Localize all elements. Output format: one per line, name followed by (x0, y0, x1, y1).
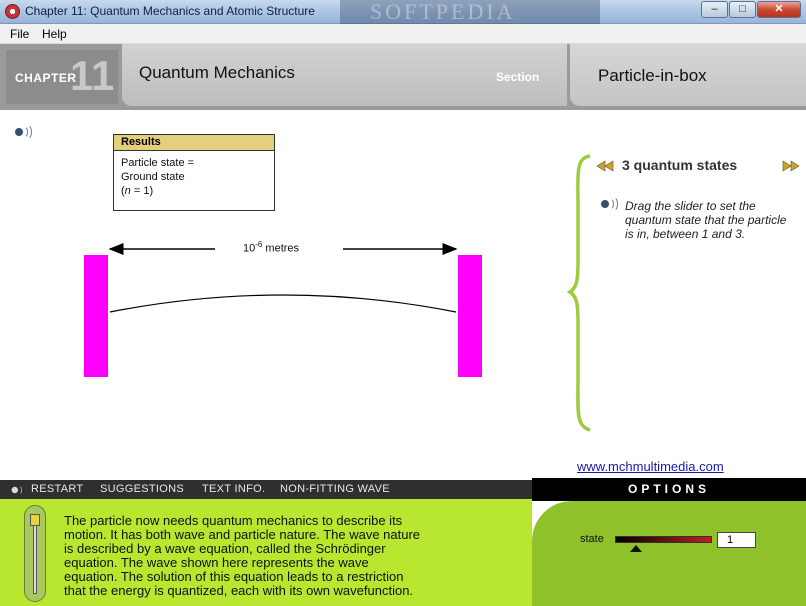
next-state-icon[interactable] (782, 160, 800, 172)
options-panel (532, 501, 806, 606)
text-info-button[interactable]: TEXT INFO. (202, 483, 265, 495)
prev-state-icon[interactable] (596, 160, 614, 172)
state-label: state (580, 533, 604, 545)
restart-button[interactable]: RESTART (31, 483, 83, 495)
hint-speaker-icon[interactable] (600, 196, 618, 212)
scroll-track (33, 514, 37, 594)
toolbar-speaker-icon[interactable] (11, 484, 25, 497)
scroll-thumb[interactable] (30, 514, 40, 526)
quantum-states-title: 3 quantum states (622, 157, 738, 173)
explanation-text: The particle now needs quantum mechanics… (64, 514, 421, 598)
wavefunction-curve (109, 294, 457, 313)
state-value-input[interactable] (717, 532, 756, 548)
website-link[interactable]: www.mchmultimedia.com (577, 459, 724, 474)
text-scrollbar[interactable] (24, 505, 46, 602)
options-heading: OPTIONS (532, 478, 806, 501)
bottom-toolbar: RESTART SUGGESTIONS TEXT INFO. NON-FITTI… (0, 480, 532, 499)
bracket-brace (566, 154, 591, 432)
state-slider[interactable] (615, 536, 712, 543)
slider-hint-text: Drag the slider to set the quantum state… (625, 199, 787, 241)
state-slider-knob[interactable] (630, 545, 642, 552)
suggestions-button[interactable]: SUGGESTIONS (100, 483, 184, 495)
box-wall-right (458, 255, 482, 377)
box-length-label: 10-6 metres (243, 240, 300, 255)
non-fitting-wave-button[interactable]: NON-FITTING WAVE (280, 483, 390, 495)
box-wall-left (84, 255, 108, 377)
